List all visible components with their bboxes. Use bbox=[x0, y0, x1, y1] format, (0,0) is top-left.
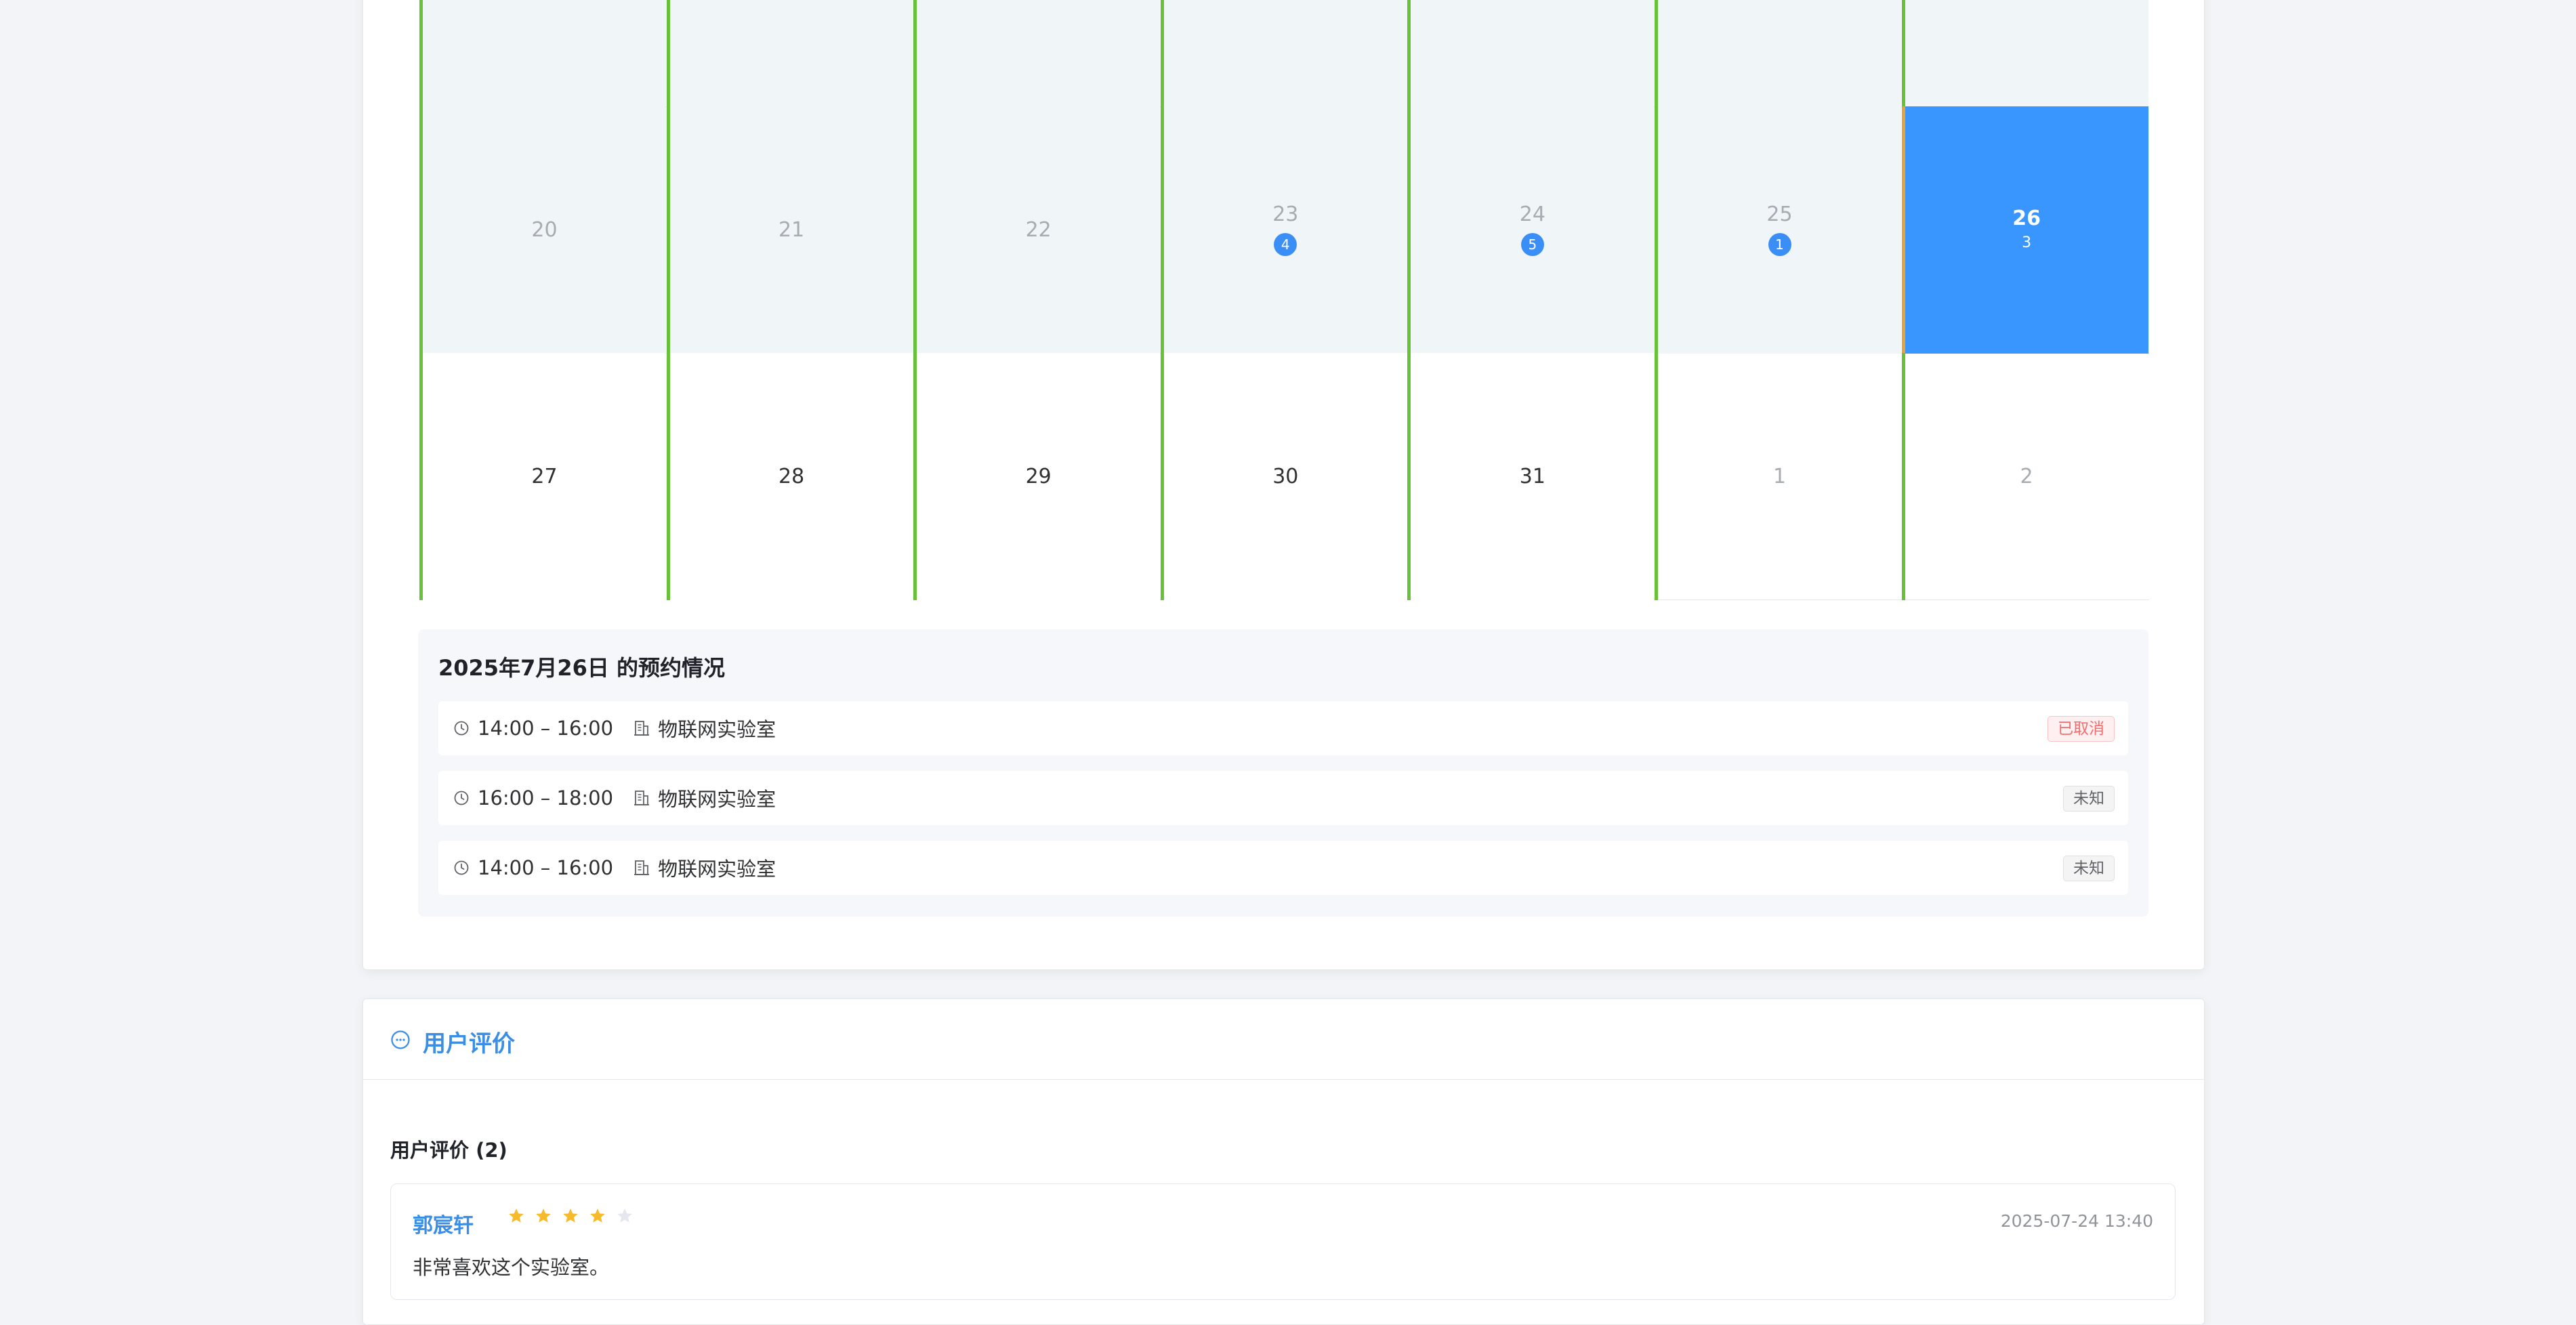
booking-count-badge: 1 bbox=[1768, 232, 1791, 256]
review-timestamp: 2025-07-24 13:40 bbox=[2000, 1211, 2153, 1231]
status-badge: 未知 bbox=[2063, 786, 2115, 812]
calendar-day-cell[interactable]: 31 bbox=[1407, 353, 1655, 600]
calendar-row: 27 28 29 30 31 1 2 bbox=[419, 353, 2149, 600]
calendar-day-cell[interactable] bbox=[913, 0, 1161, 107]
reviews-section-title: 用户评价 bbox=[423, 1030, 515, 1057]
day-number: 23 bbox=[1272, 202, 1299, 226]
day-number: 31 bbox=[1519, 464, 1545, 488]
calendar-day-cell[interactable]: 22 bbox=[913, 106, 1161, 354]
booking-room: 物联网实验室 bbox=[658, 718, 776, 741]
review-item: 郭宸轩 2025-07-24 13:40 非常喜欢这个实验室。 bbox=[390, 1183, 2176, 1300]
day-number: 26 bbox=[2012, 206, 2041, 230]
review-text: 非常喜欢这个实验室。 bbox=[413, 1256, 610, 1279]
calendar-day-cell[interactable] bbox=[419, 0, 666, 107]
day-number: 27 bbox=[531, 464, 558, 488]
calendar-row: 20 21 22 23 4 24 5 25 1 26 3 bbox=[419, 106, 2149, 354]
calendar-day-cell[interactable]: 2 bbox=[1901, 353, 2148, 600]
booking-time: 14:00 – 16:00 bbox=[478, 856, 614, 879]
clock-icon bbox=[454, 721, 469, 736]
star-icon bbox=[509, 1208, 524, 1223]
star-icon bbox=[617, 1208, 632, 1223]
reviews-card: 用户评价 用户评价 (2) 郭宸轩 2025-07-24 13:40 非常喜欢这个实… bbox=[362, 998, 2205, 1325]
day-number: 1 bbox=[1772, 464, 1787, 488]
booking-count-badge: 4 bbox=[1274, 232, 1297, 256]
booking-room: 物联网实验室 bbox=[658, 788, 776, 811]
calendar-day-cell[interactable] bbox=[1655, 0, 1901, 107]
building-icon bbox=[634, 860, 650, 875]
star-icon bbox=[590, 1208, 605, 1223]
booking-time: 14:00 – 16:00 bbox=[478, 717, 614, 740]
calendar-row bbox=[419, 0, 2149, 107]
chat-bubble-icon bbox=[391, 1030, 410, 1049]
day-number: 28 bbox=[778, 464, 805, 488]
calendar-day-cell[interactable]: 28 bbox=[666, 353, 913, 600]
reviewer-name[interactable]: 郭宸轩 bbox=[413, 1208, 474, 1238]
day-number: 25 bbox=[1766, 202, 1793, 226]
status-badge: 未知 bbox=[2063, 856, 2115, 881]
day-number: 29 bbox=[1025, 464, 1052, 488]
booking-count-badge: 5 bbox=[1520, 232, 1544, 256]
day-number: 22 bbox=[1025, 217, 1052, 242]
calendar-day-cell[interactable]: 27 bbox=[419, 353, 666, 600]
day-number: 21 bbox=[778, 217, 805, 242]
booking-item[interactable]: 14:00 – 16:00 物联网实验室 未知 bbox=[438, 841, 2128, 895]
clock-icon bbox=[454, 791, 469, 805]
day-number: 30 bbox=[1272, 464, 1299, 488]
reviews-header: 用户评价 bbox=[363, 999, 2204, 1080]
star-rating bbox=[507, 1207, 633, 1225]
booking-count-badge: 3 bbox=[2022, 234, 2032, 251]
building-icon bbox=[634, 791, 650, 805]
building-icon bbox=[634, 721, 650, 736]
booking-room: 物联网实验室 bbox=[658, 858, 776, 881]
day-number: 24 bbox=[1519, 202, 1545, 226]
status-badge: 已取消 bbox=[2048, 716, 2115, 742]
calendar-day-cell[interactable]: 20 bbox=[419, 106, 666, 354]
calendar-day-cell[interactable] bbox=[666, 0, 913, 107]
star-icon bbox=[563, 1208, 578, 1223]
day-number: 20 bbox=[531, 217, 558, 242]
booking-item[interactable]: 14:00 – 16:00 物联网实验室 已取消 bbox=[438, 701, 2128, 755]
calendar-day-cell[interactable] bbox=[1160, 0, 1407, 107]
calendar-day-cell[interactable]: 29 bbox=[913, 353, 1161, 600]
reviews-count-label: 用户评价 (2) bbox=[390, 1139, 507, 1162]
star-icon bbox=[536, 1208, 551, 1223]
day-number: 2 bbox=[2020, 464, 2033, 488]
bookings-panel: 2025年7月26日 的预约情况 14:00 – 16:00 物联网实验室 已取消 1… bbox=[418, 629, 2148, 917]
calendar-day-cell[interactable] bbox=[1407, 0, 1655, 107]
calendar-day-cell[interactable] bbox=[1901, 0, 2148, 107]
calendar-day-cell[interactable]: 1 bbox=[1655, 353, 1901, 600]
calendar-day-cell[interactable]: 26 3 bbox=[1901, 106, 2148, 354]
calendar-day-cell[interactable]: 21 bbox=[666, 106, 913, 354]
clock-icon bbox=[454, 860, 469, 875]
bookings-title: 2025年7月26日 的预约情况 bbox=[438, 655, 726, 681]
booking-time: 16:00 – 18:00 bbox=[478, 786, 614, 809]
calendar-day-cell[interactable]: 25 1 bbox=[1655, 106, 1901, 354]
booking-item[interactable]: 16:00 – 18:00 物联网实验室 未知 bbox=[438, 771, 2128, 825]
calendar-day-cell[interactable]: 30 bbox=[1160, 353, 1407, 600]
calendar-day-cell[interactable]: 23 4 bbox=[1160, 106, 1407, 354]
calendar-day-cell[interactable]: 24 5 bbox=[1407, 106, 1655, 354]
